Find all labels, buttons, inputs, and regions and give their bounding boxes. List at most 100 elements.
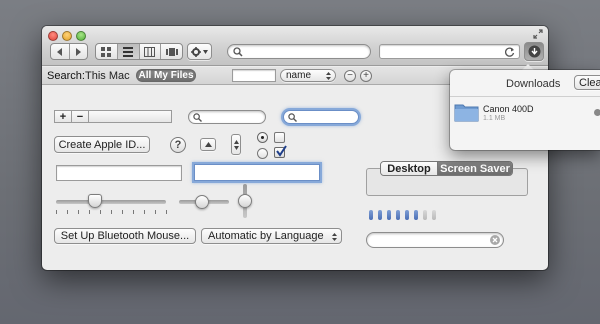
bluetooth-setup-button[interactable]: Set Up Bluetooth Mouse... [54,228,196,244]
forward-button[interactable] [70,44,88,59]
slider-tick [89,210,90,214]
vertical-slider-knob[interactable] [238,194,252,208]
list-icon [123,46,134,57]
triangle-up-icon [204,142,212,147]
slider-tick [133,210,134,214]
zoom-button[interactable] [76,31,86,41]
reveal-icon[interactable] [594,109,600,116]
help-button[interactable]: ? [170,137,186,153]
slider-tick [144,210,145,214]
level-segment [396,210,400,220]
view-mode-control [95,43,183,60]
magnifier-icon [193,113,202,122]
action-button[interactable] [187,43,212,60]
level-segment [405,210,409,220]
add-criteria-button[interactable]: + [360,70,372,82]
updown-arrows-icon [332,233,337,241]
checkbox-unchecked[interactable] [274,132,285,143]
stepper-down-icon [233,145,239,150]
list-view-button[interactable] [117,44,140,59]
sort-value: name [286,70,312,81]
folder-icon [454,104,479,122]
downloads-button[interactable] [524,42,544,61]
checkmark-icon [276,145,287,157]
close-button[interactable] [48,31,58,41]
disclosure-button[interactable] [200,138,216,151]
minimize-button[interactable] [62,31,72,41]
title-bar [42,26,548,66]
download-icon [528,45,540,58]
scope-all-my-files[interactable]: All My Files [136,69,196,82]
add-button[interactable]: + [55,111,72,123]
magnifier-icon [233,47,243,57]
slider-tick [67,210,68,214]
magnifier-icon [288,113,297,122]
chevron-down-icon [203,49,208,54]
stepper-up-icon [233,139,239,144]
text-field-focused[interactable] [194,164,320,181]
fullscreen-icon[interactable] [533,29,543,39]
gear-icon [191,46,201,57]
radio-unselected[interactable] [257,148,268,159]
level-indicator [369,210,469,222]
grid-icon [101,46,112,57]
column-view-button[interactable] [140,44,162,59]
back-button[interactable] [51,44,70,59]
remove-button[interactable]: − [72,111,89,123]
divider [450,96,600,97]
search-field-focused[interactable] [283,110,359,124]
language-value: Automatic by Language [208,230,324,242]
slider-tick [78,210,79,214]
level-segment [369,210,373,220]
scope-label: Search: [47,70,85,82]
slider-tick [100,210,101,214]
downloads-popover: Downloads Clea Canon 400D 1.1 MB [450,70,600,150]
slider-tick [56,210,57,214]
back-arrow-icon [56,47,62,56]
remove-criteria-button[interactable]: − [344,70,356,82]
slider-ticks [56,210,167,214]
forward-arrow-icon [76,47,82,56]
toolbar-search-field[interactable] [227,44,371,59]
level-segment [414,210,418,220]
stepper[interactable] [231,134,241,155]
clear-downloads-button[interactable]: Clea [574,75,600,90]
tab-control: Desktop Screen Saver [380,161,513,176]
slider-tick [111,210,112,214]
tab-screen-saver[interactable]: Screen Saver [438,162,512,175]
slider-knob[interactable] [87,194,102,208]
radio-dot [261,136,264,139]
coverflow-view-button[interactable] [161,44,182,59]
download-file-name: Canon 400D [483,104,534,114]
downloads-title: Downloads [506,78,561,90]
level-segment [378,210,382,220]
radio-selected[interactable] [257,132,268,143]
slider-track [56,200,166,204]
add-remove-bar: + − [54,110,172,123]
scope-text-field[interactable] [232,69,276,82]
icon-view-button[interactable] [96,44,118,59]
updown-arrows-icon [326,72,331,80]
download-file-size: 1.1 MB [483,115,506,122]
language-popup[interactable]: Automatic by Language [201,228,342,244]
scope-this-mac[interactable]: This Mac [85,69,130,83]
search-field-small[interactable] [188,110,266,124]
sort-popup[interactable]: name [280,69,336,82]
slider-tick [166,210,167,214]
back-forward-control [50,43,88,60]
slider-tick [155,210,156,214]
text-field[interactable] [56,165,182,181]
reload-icon [505,47,515,57]
create-apple-id-button[interactable]: Create Apple ID... [54,136,150,153]
small-slider-knob[interactable] [194,195,209,209]
level-segment [432,210,436,220]
slider-tick [122,210,123,214]
search-field-clear[interactable] [366,232,504,248]
checkbox-checked[interactable] [274,145,287,158]
url-field[interactable] [379,44,520,59]
tab-desktop[interactable]: Desktop [381,162,438,175]
level-segment [423,210,427,220]
level-segment [387,210,391,220]
columns-icon [144,46,156,57]
coverflow-icon [165,47,178,56]
